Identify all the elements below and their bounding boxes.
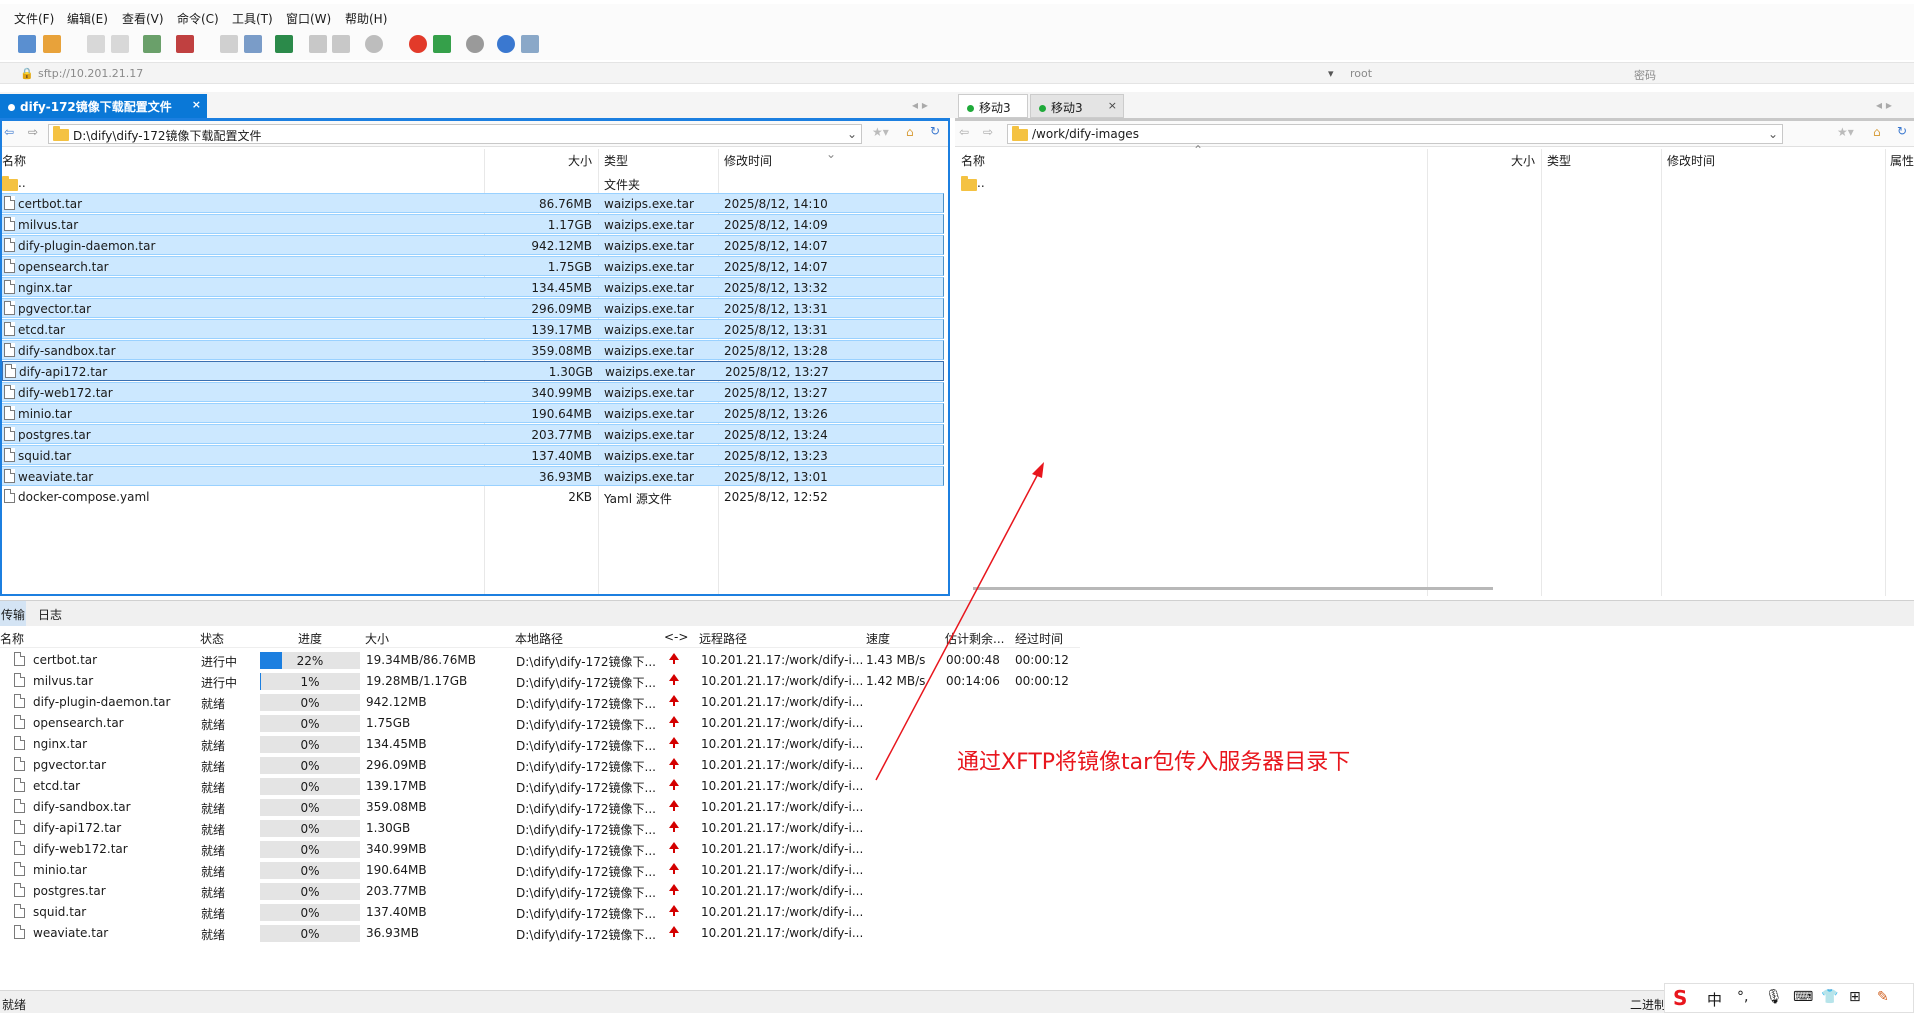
keyboard-icon[interactable]: ⌨ <box>1793 989 1813 1005</box>
ime-toolbar: S 中 °, 🎙 ⌨ 👕 ⊞ ✎ <box>1664 983 1914 1013</box>
sogou-logo-icon[interactable]: S <box>1673 986 1687 1010</box>
status-text: 就绪 <box>2 998 27 1012</box>
transfer-mode[interactable]: 二进制 <box>1630 996 1666 1013</box>
microphone-icon[interactable]: 🎙 <box>1765 989 1783 1005</box>
toolbox-icon[interactable]: ⊞ <box>1849 989 1861 1005</box>
skin-icon[interactable]: 👕 <box>1821 989 1838 1005</box>
pen-icon[interactable]: ✎ <box>1877 989 1889 1005</box>
punctuation-icon[interactable]: °, <box>1737 989 1748 1005</box>
annotation-arrow <box>875 462 1044 781</box>
annotation-text: 通过XFTP将镜像tar包传入服务器目录下 <box>957 750 1351 775</box>
ime-mode[interactable]: 中 <box>1707 989 1722 1010</box>
status-bar: 就绪 二进制 <box>0 990 1914 1013</box>
